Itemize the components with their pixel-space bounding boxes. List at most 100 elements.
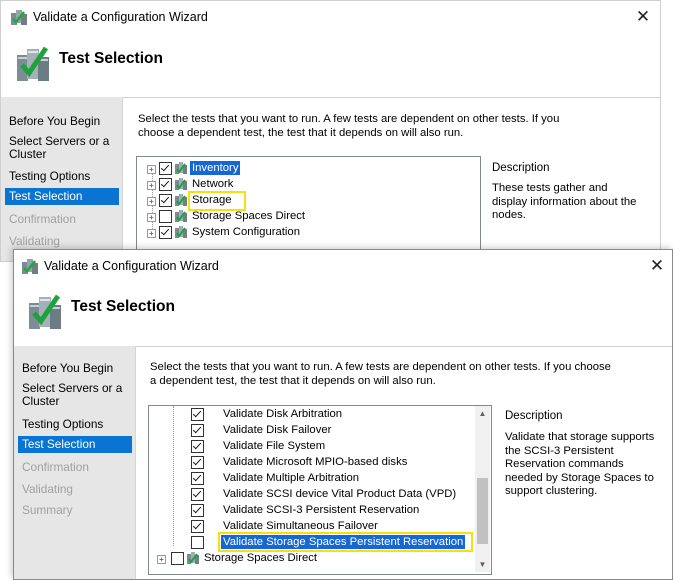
tree-row-storage-spaces-direct[interactable]: + Storage Spaces Direct bbox=[149, 551, 474, 567]
expand-icon[interactable]: + bbox=[147, 165, 156, 174]
step-before-you-begin[interactable]: Before You Begin bbox=[18, 360, 132, 377]
expand-icon[interactable]: + bbox=[147, 197, 156, 206]
checkbox-storage[interactable] bbox=[159, 194, 172, 207]
scroll-up-arrow-icon[interactable]: ▲ bbox=[475, 406, 490, 421]
expand-icon[interactable]: + bbox=[157, 555, 166, 564]
test-tree[interactable]: Validate Disk Arbitration Validate Disk … bbox=[148, 405, 492, 575]
wizard-content: Select the tests that you want to run. A… bbox=[123, 97, 660, 261]
step-confirmation: Confirmation bbox=[22, 460, 89, 474]
window-title: Validate a Configuration Wizard bbox=[44, 259, 219, 273]
tree-row[interactable]: Validate Simultaneous Failover bbox=[149, 519, 474, 535]
step-testing-options[interactable]: Testing Options bbox=[18, 416, 132, 433]
step-before-you-begin[interactable]: Before You Begin bbox=[5, 113, 119, 130]
intro-text: Select the tests that you want to run. A… bbox=[150, 361, 611, 387]
step-select-servers[interactable]: Select Servers or a Cluster bbox=[18, 380, 132, 410]
tree-label[interactable]: Storage Spaces Direct bbox=[190, 209, 307, 223]
scroll-down-arrow-icon[interactable]: ▼ bbox=[475, 557, 490, 572]
step-select-servers[interactable]: Select Servers or a Cluster bbox=[5, 133, 119, 163]
expand-icon[interactable]: + bbox=[147, 229, 156, 238]
checkbox-inventory[interactable] bbox=[159, 162, 172, 175]
page-title: Test Selection bbox=[59, 50, 163, 67]
test-category-icon bbox=[175, 226, 187, 238]
step-confirmation: Confirmation bbox=[9, 212, 76, 226]
description-text: Validate that storage supports the SCSI-… bbox=[505, 431, 655, 497]
step-summary: Summary bbox=[22, 503, 73, 517]
tree-row-inventory[interactable]: + Inventory bbox=[137, 161, 477, 177]
tree-label[interactable]: Validate SCSI-3 Persistent Reservation bbox=[221, 503, 421, 517]
tree-row[interactable]: Validate SCSI device Vital Product Data … bbox=[149, 487, 474, 503]
tree-label[interactable]: System Configuration bbox=[190, 225, 302, 239]
checkbox-scsi3-reservation[interactable] bbox=[191, 504, 204, 517]
window-title: Validate a Configuration Wizard bbox=[33, 10, 208, 24]
step-test-selection[interactable]: Test Selection bbox=[5, 188, 119, 205]
wizard-header: Test Selection bbox=[1, 33, 660, 97]
tree-label[interactable]: Validate Disk Failover bbox=[221, 423, 333, 437]
tree-label[interactable]: Validate Multiple Arbitration bbox=[221, 471, 361, 485]
tree-label[interactable]: Storage bbox=[190, 193, 234, 207]
checkbox-network[interactable] bbox=[159, 178, 172, 191]
tree-label[interactable]: Validate SCSI device Vital Product Data … bbox=[221, 487, 458, 501]
checkbox-multiple-arbitration[interactable] bbox=[191, 472, 204, 485]
tree-row[interactable]: Validate Disk Arbitration bbox=[149, 407, 474, 423]
step-validating: Validating bbox=[22, 482, 73, 496]
tree-row[interactable]: Validate File System bbox=[149, 439, 474, 455]
wizard-steps-sidebar: Before You Begin Select Servers or a Clu… bbox=[14, 346, 136, 579]
tree-label[interactable]: Validate Simultaneous Failover bbox=[221, 519, 380, 533]
close-icon[interactable]: ✕ bbox=[633, 7, 653, 27]
scroll-thumb[interactable] bbox=[477, 478, 488, 544]
tree-label[interactable]: Validate File System bbox=[221, 439, 327, 453]
tree-row-storage[interactable]: + Storage bbox=[137, 193, 477, 209]
test-category-icon bbox=[175, 162, 187, 174]
tree-row-network[interactable]: + Network bbox=[137, 177, 477, 193]
test-tree[interactable]: + Inventory + Network + Storage + Storag… bbox=[136, 156, 481, 261]
test-category-icon bbox=[175, 178, 187, 190]
test-category-icon bbox=[175, 194, 187, 206]
tree-row[interactable]: Validate Disk Failover bbox=[149, 423, 474, 439]
wizard-steps-sidebar: Before You Begin Select Servers or a Clu… bbox=[1, 97, 123, 261]
tree-row[interactable]: Validate Microsoft MPIO-based disks bbox=[149, 455, 474, 471]
checkbox-scsi-vpd[interactable] bbox=[191, 488, 204, 501]
checkbox-file-system[interactable] bbox=[191, 440, 204, 453]
tree-row-storage-spaces-direct[interactable]: + Storage Spaces Direct bbox=[137, 209, 477, 225]
checkbox-simultaneous-failover[interactable] bbox=[191, 520, 204, 533]
expand-icon[interactable]: + bbox=[147, 181, 156, 190]
tree-label[interactable]: Inventory bbox=[190, 161, 241, 175]
title-bar: Validate a Configuration Wizard ✕ bbox=[14, 250, 672, 282]
step-validating: Validating bbox=[9, 234, 60, 248]
step-test-selection[interactable]: Test Selection bbox=[18, 436, 132, 453]
cluster-wizard-icon bbox=[29, 294, 61, 329]
step-testing-options[interactable]: Testing Options bbox=[5, 168, 119, 185]
tree-label[interactable]: Validate Storage Spaces Persistent Reser… bbox=[221, 535, 466, 549]
page-title: Test Selection bbox=[71, 298, 175, 315]
tree-row[interactable]: Validate SCSI-3 Persistent Reservation bbox=[149, 503, 474, 519]
checkbox-disk-failover[interactable] bbox=[191, 424, 204, 437]
tree-row[interactable]: Validate Multiple Arbitration bbox=[149, 471, 474, 487]
checkbox-storage-spaces-direct[interactable] bbox=[159, 210, 172, 223]
tree-label[interactable]: Validate Disk Arbitration bbox=[221, 407, 344, 421]
tree-label[interactable]: Storage Spaces Direct bbox=[202, 551, 319, 565]
test-category-icon bbox=[187, 552, 199, 564]
description-text: These tests gather and display informati… bbox=[492, 182, 637, 221]
tree-row-selected[interactable]: Validate Storage Spaces Persistent Reser… bbox=[149, 535, 474, 551]
wizard-content: Select the tests that you want to run. A… bbox=[136, 346, 672, 579]
close-icon[interactable]: ✕ bbox=[647, 256, 667, 276]
cluster-wizard-icon bbox=[11, 10, 27, 25]
checkbox-mpio[interactable] bbox=[191, 456, 204, 469]
cluster-wizard-icon bbox=[17, 46, 49, 81]
tree-label[interactable]: Validate Microsoft MPIO-based disks bbox=[221, 455, 409, 469]
tree-scrollbar[interactable]: ▲ ▼ bbox=[475, 406, 490, 572]
title-bar: Validate a Configuration Wizard ✕ bbox=[1, 1, 660, 33]
tree-row-system-configuration[interactable]: + System Configuration bbox=[137, 225, 477, 241]
checkbox-disk-arbitration[interactable] bbox=[191, 408, 204, 421]
wizard-header: Test Selection bbox=[14, 282, 672, 346]
wizard-window-front: Validate a Configuration Wizard ✕ Test S… bbox=[13, 249, 673, 580]
checkbox-storage-spaces-persistent-reservation[interactable] bbox=[191, 536, 204, 549]
cluster-wizard-icon bbox=[22, 259, 38, 274]
checkbox-storage-spaces-direct[interactable] bbox=[171, 552, 184, 565]
checkbox-system-configuration[interactable] bbox=[159, 226, 172, 239]
wizard-window-back: Validate a Configuration Wizard ✕ Test S… bbox=[0, 0, 661, 262]
tree-label[interactable]: Network bbox=[190, 177, 235, 191]
expand-icon[interactable]: + bbox=[147, 213, 156, 222]
test-category-icon bbox=[175, 210, 187, 222]
description-heading: Description bbox=[505, 410, 563, 422]
